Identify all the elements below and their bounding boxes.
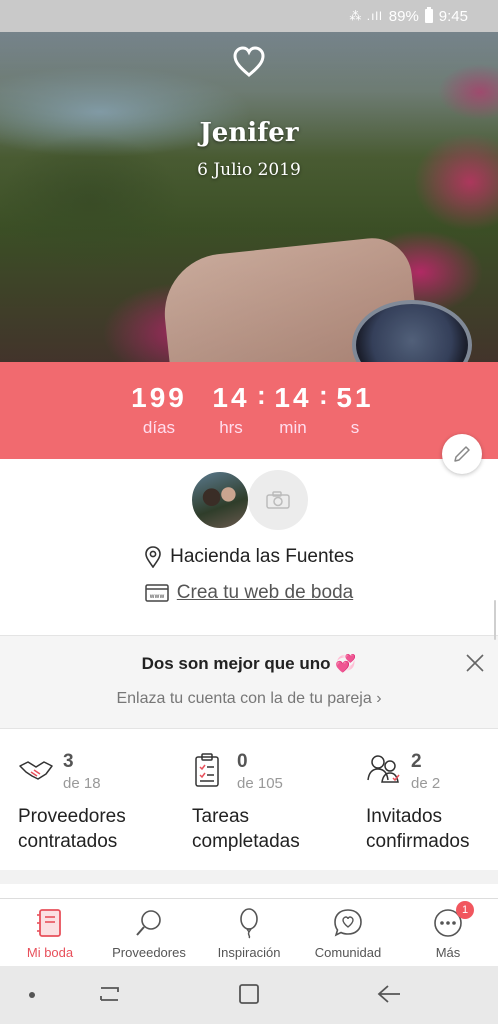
stat-tasks-count: 0 [237,751,248,772]
countdown-days-label: días [142,418,176,437]
checklist-icon [195,753,219,787]
countdown-hours-label: hrs [219,418,243,437]
dot-icon[interactable] [28,991,36,999]
venue-name: Hacienda las Fuentes [170,546,354,567]
svg-text:www: www [149,593,164,600]
chat-heart-icon [334,909,362,937]
nav-my-wedding-label: Mi boda [26,945,74,960]
notebook-icon [37,909,61,937]
countdown-seconds-label: s [350,418,360,437]
countdown-hours: 14 [212,382,250,413]
website-icon: www [145,584,169,602]
stat-suppliers-label-1: Proveedores [18,806,126,827]
home-icon[interactable] [238,983,260,1005]
section-divider [0,870,498,884]
handshake-icon [19,761,53,780]
create-website-label: Crea tu web de boda [176,582,354,603]
balloon-icon [240,908,258,939]
stat-guests-total: de 2 [411,775,441,792]
link-partner-subtitle[interactable]: Enlaza tu cuenta con la de tu pareja › [0,690,498,708]
stat-suppliers-label-2: contratados [18,831,118,852]
battery-percent: 89% [388,7,419,25]
stat-tasks-label-1: Tareas [192,806,250,827]
pencil-icon [454,446,470,462]
location-pin-icon [145,546,161,568]
back-icon[interactable] [376,983,402,1005]
scroll-indicator [494,600,496,640]
close-icon[interactable] [464,652,486,674]
nav-more[interactable]: 1 Más [398,899,498,967]
stat-guests-label-2: confirmados [366,831,470,852]
hero-photo[interactable]: Jenifer 6 Julio 2019 [0,32,498,362]
countdown-minutes: 14 [274,382,312,413]
battery-icon [424,7,433,23]
countdown-days: 199 [131,382,187,413]
wedding-date: 6 Julio 2019 [197,160,301,180]
nav-community[interactable]: Comunidad [298,899,398,967]
search-icon [136,910,161,936]
status-bar: ⁂ .ıll 89% 9:45 [0,0,498,32]
stat-suppliers-count: 3 [63,751,74,772]
add-partner-photo-button[interactable] [248,470,308,530]
edit-button[interactable] [442,434,482,474]
stat-tasks-total: de 105 [237,775,283,792]
nav-suppliers[interactable]: Proveedores [99,899,199,967]
system-nav-bar [0,966,498,1024]
couple-name: Jenifer [199,118,299,148]
link-partner-title: Dos son mejor que uno 💞 [141,654,357,673]
notification-badge: 1 [456,901,474,919]
camera-icon [266,491,290,509]
create-website-link[interactable]: www Crea tu web de boda [0,582,498,604]
countdown-minutes-label: min [279,418,307,437]
nav-suppliers-label: Proveedores [112,945,186,960]
nav-community-label: Comunidad [314,945,382,960]
nav-inspiration-label: Inspiración [217,945,281,960]
bottom-nav: Mi boda Proveedores Inspiración Comunida… [0,898,498,966]
recent-apps-icon[interactable] [98,983,122,1005]
countdown-seconds: 51 [336,382,374,413]
stat-guests-count: 2 [411,751,422,772]
stat-tasks-label-2: completadas [192,831,300,852]
nav-my-wedding[interactable]: Mi boda [0,899,100,967]
countdown: 199 días 14 hrs : 14 min : 51 s [0,362,498,459]
avatar[interactable] [190,470,250,530]
signal-icon: ⁂ .ıll [349,9,383,23]
heart-icon [233,46,265,77]
nav-inspiration[interactable]: Inspiración [199,899,299,967]
stat-suppliers-total: de 18 [63,775,101,792]
nav-more-label: Más [435,945,461,960]
link-partner-card[interactable]: Dos son mejor que uno 💞 Enlaza tu cuenta… [0,635,498,729]
venue[interactable]: Hacienda las Fuentes [0,546,498,568]
clock: 9:45 [438,7,468,25]
guests-icon [367,755,400,783]
stat-guests-label-1: Invitados [366,806,443,827]
